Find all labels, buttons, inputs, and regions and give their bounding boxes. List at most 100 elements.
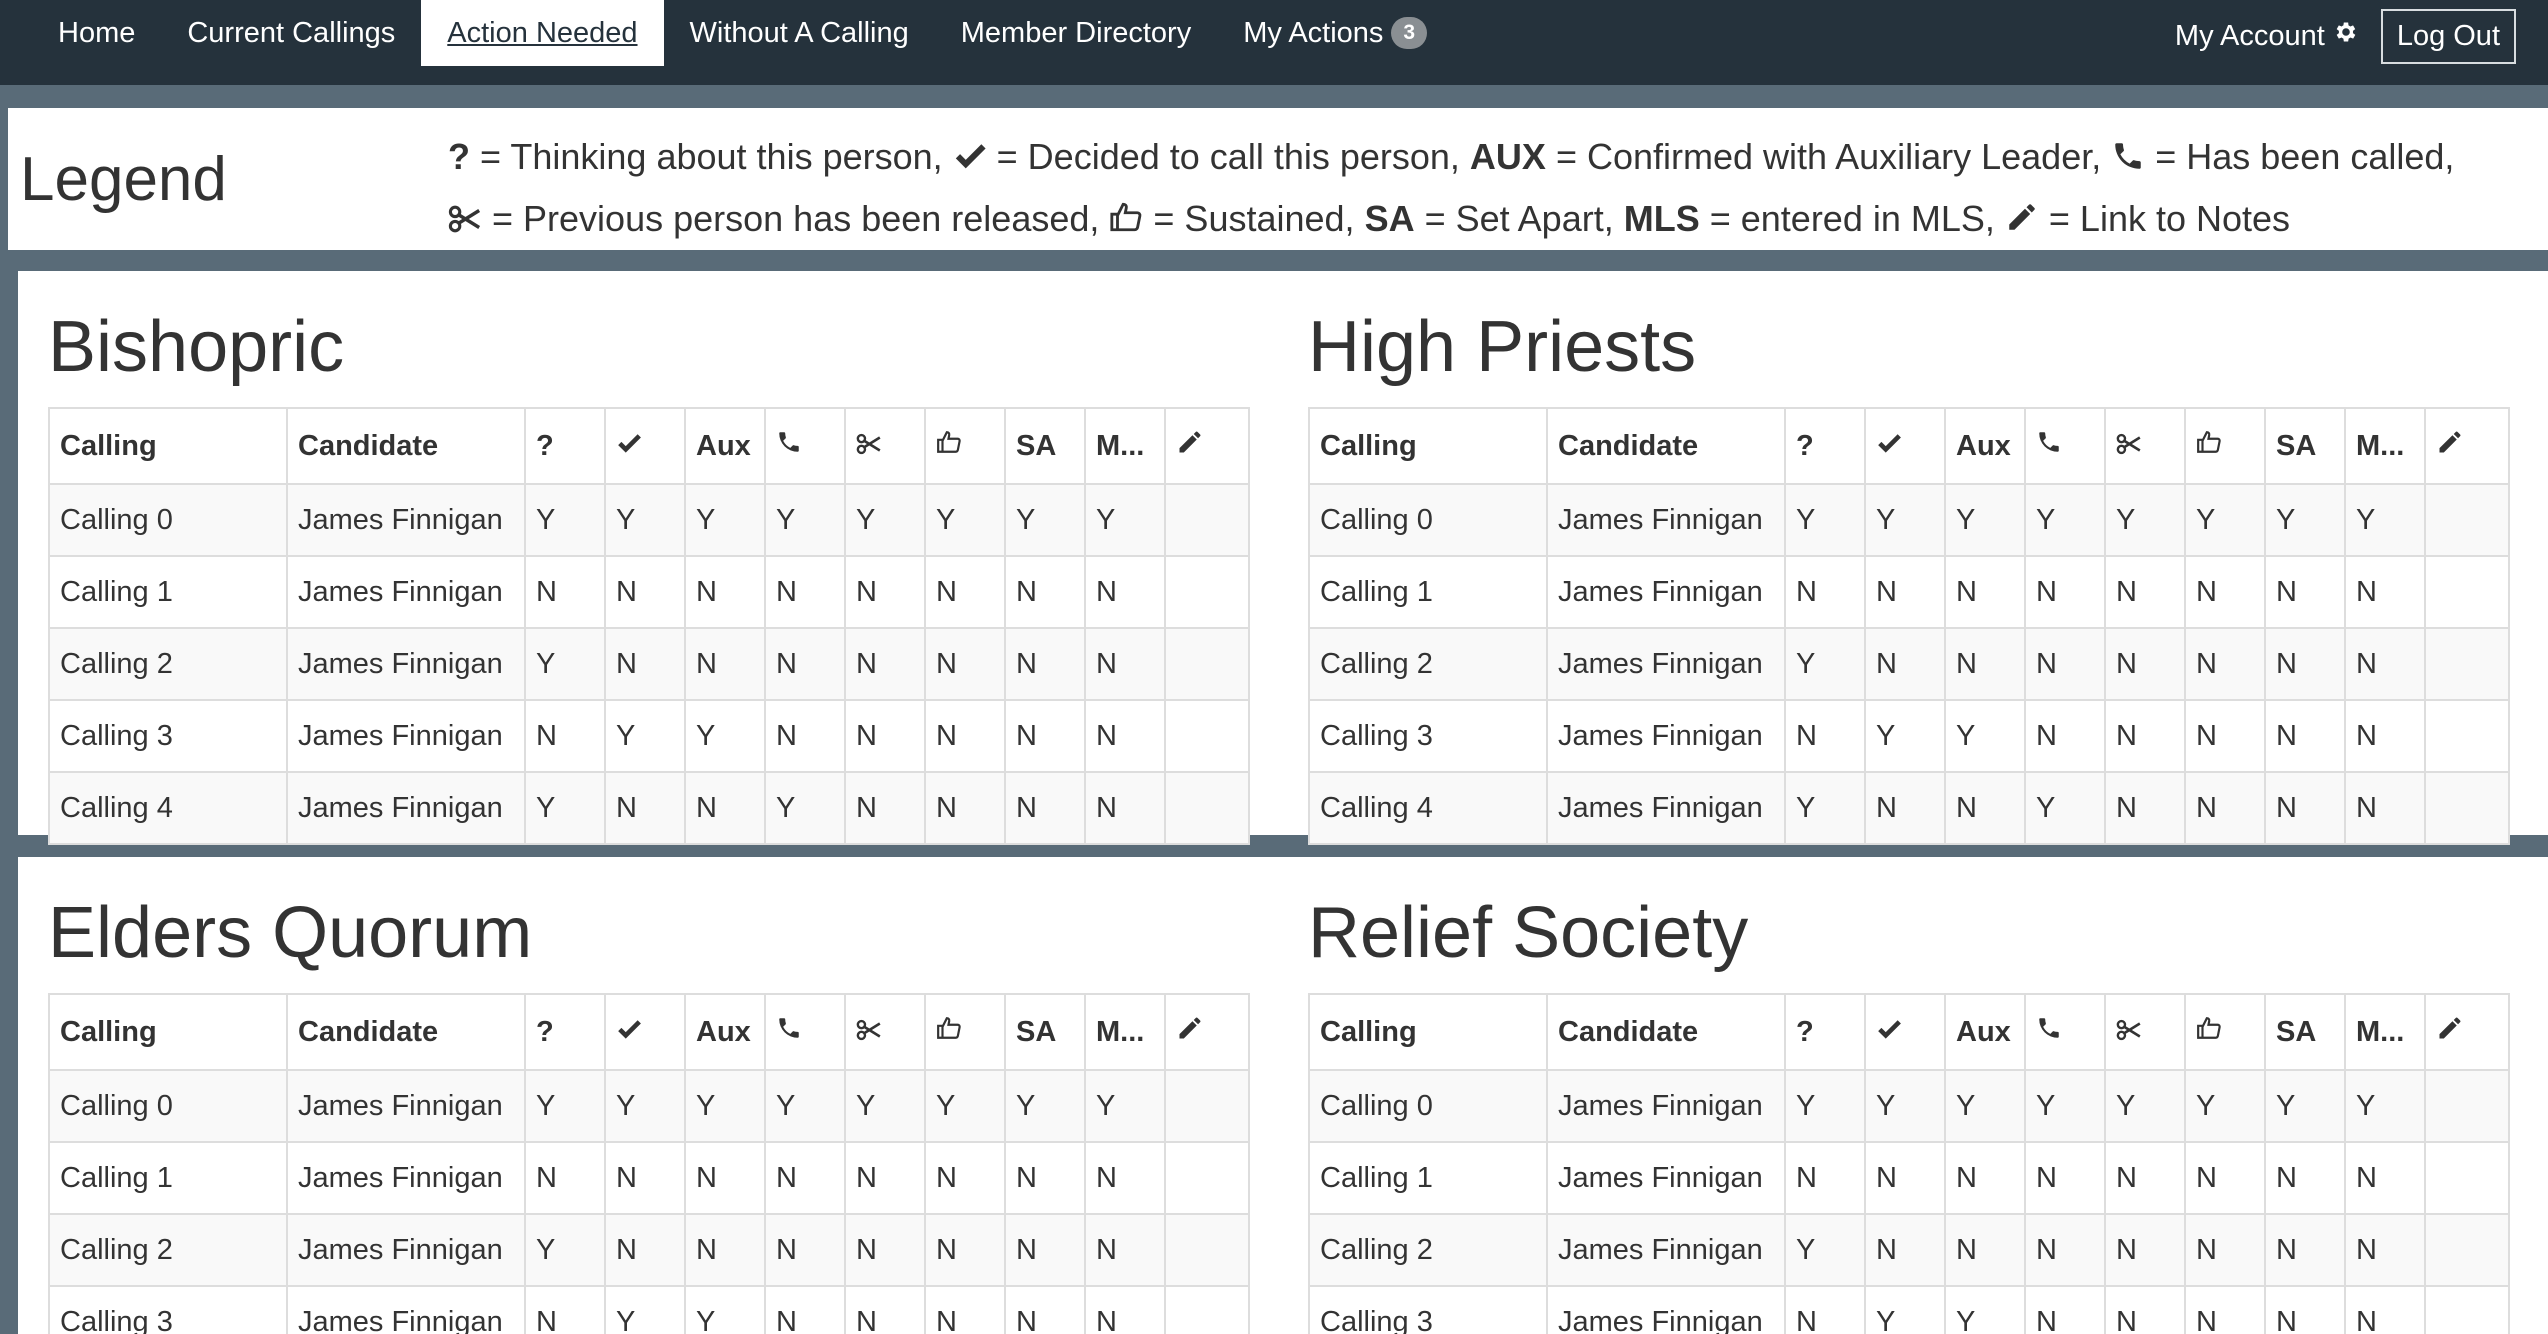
- status-cell[interactable]: N: [2104, 1141, 2186, 1215]
- status-cell[interactable]: Y: [604, 1285, 686, 1334]
- status-cell[interactable]: N: [1084, 627, 1166, 701]
- status-cell[interactable]: Y: [1784, 1213, 1866, 1287]
- col-released[interactable]: [2104, 993, 2186, 1071]
- status-cell[interactable]: Y: [924, 483, 1006, 557]
- col-thinking[interactable]: ?: [524, 993, 606, 1071]
- col-thinking[interactable]: ?: [1784, 407, 1866, 485]
- table-row[interactable]: Calling 3 James Finnigan N Y Y N N N N N: [48, 699, 1250, 773]
- col-called[interactable]: [764, 407, 846, 485]
- status-cell[interactable]: Y: [924, 1069, 1006, 1143]
- status-cell[interactable]: N: [2104, 627, 2186, 701]
- my-account-link[interactable]: My Account: [2175, 19, 2359, 53]
- status-cell[interactable]: Y: [684, 1285, 766, 1334]
- status-cell[interactable]: N: [1944, 627, 2026, 701]
- status-cell[interactable]: N: [604, 771, 686, 845]
- col-aux[interactable]: Aux: [1944, 407, 2026, 485]
- status-cell[interactable]: N: [924, 1141, 1006, 1215]
- status-cell[interactable]: Y: [1944, 483, 2026, 557]
- status-cell[interactable]: N: [2184, 627, 2266, 701]
- status-cell[interactable]: N: [1004, 1141, 1086, 1215]
- col-aux[interactable]: Aux: [684, 993, 766, 1071]
- status-cell[interactable]: Y: [2104, 1069, 2186, 1143]
- status-cell[interactable]: N: [1004, 1285, 1086, 1334]
- status-cell[interactable]: Y: [1864, 1285, 1946, 1334]
- notes-cell[interactable]: [1164, 1141, 1250, 1215]
- status-cell[interactable]: N: [2264, 1141, 2346, 1215]
- notes-cell[interactable]: [1164, 555, 1250, 629]
- status-cell[interactable]: N: [924, 1285, 1006, 1334]
- col-set-apart[interactable]: SA: [2264, 407, 2346, 485]
- table-row[interactable]: Calling 0 James Finnigan Y Y Y Y Y Y Y Y: [1308, 483, 2510, 557]
- table-row[interactable]: Calling 3 James Finnigan N Y Y N N N N N: [1308, 699, 2510, 773]
- col-decided[interactable]: [1864, 993, 1946, 1071]
- status-cell[interactable]: Y: [524, 483, 606, 557]
- status-cell[interactable]: N: [604, 1141, 686, 1215]
- col-thinking[interactable]: ?: [1784, 993, 1866, 1071]
- status-cell[interactable]: N: [2024, 555, 2106, 629]
- status-cell[interactable]: N: [604, 1213, 686, 1287]
- col-called[interactable]: [2024, 407, 2106, 485]
- table-row[interactable]: Calling 3 James Finnigan N Y Y N N N N N: [48, 1285, 1250, 1334]
- table-row[interactable]: Calling 0 James Finnigan Y Y Y Y Y Y Y Y: [1308, 1069, 2510, 1143]
- candidate-cell[interactable]: James Finnigan: [1546, 771, 1786, 845]
- status-cell[interactable]: N: [1944, 771, 2026, 845]
- status-cell[interactable]: Y: [1944, 1285, 2026, 1334]
- notes-cell[interactable]: [2424, 1069, 2510, 1143]
- status-cell[interactable]: N: [1084, 699, 1166, 773]
- status-cell[interactable]: N: [2264, 699, 2346, 773]
- status-cell[interactable]: Y: [764, 771, 846, 845]
- col-released[interactable]: [844, 993, 926, 1071]
- nav-home[interactable]: Home: [32, 0, 161, 66]
- status-cell[interactable]: N: [1084, 771, 1166, 845]
- status-cell[interactable]: N: [764, 1141, 846, 1215]
- status-cell[interactable]: N: [844, 555, 926, 629]
- status-cell[interactable]: N: [2344, 771, 2426, 845]
- col-candidate[interactable]: Candidate: [1546, 993, 1786, 1071]
- status-cell[interactable]: N: [1864, 771, 1946, 845]
- candidate-cell[interactable]: James Finnigan: [286, 1285, 526, 1334]
- notes-cell[interactable]: [1164, 1285, 1250, 1334]
- status-cell[interactable]: Y: [604, 699, 686, 773]
- status-cell[interactable]: N: [2024, 699, 2106, 773]
- col-sustained[interactable]: [924, 993, 1006, 1071]
- col-thinking[interactable]: ?: [524, 407, 606, 485]
- status-cell[interactable]: N: [924, 627, 1006, 701]
- status-cell[interactable]: Y: [2264, 483, 2346, 557]
- status-cell[interactable]: N: [2344, 699, 2426, 773]
- candidate-cell[interactable]: James Finnigan: [1546, 483, 1786, 557]
- nav-action-needed[interactable]: Action Needed: [421, 0, 664, 66]
- status-cell[interactable]: Y: [2184, 1069, 2266, 1143]
- status-cell[interactable]: N: [844, 627, 926, 701]
- col-mls[interactable]: M...: [2344, 407, 2426, 485]
- candidate-cell[interactable]: James Finnigan: [286, 699, 526, 773]
- table-row[interactable]: Calling 4 James Finnigan Y N N Y N N N N: [48, 771, 1250, 845]
- col-candidate[interactable]: Candidate: [286, 993, 526, 1071]
- col-mls[interactable]: M...: [1084, 993, 1166, 1071]
- candidate-cell[interactable]: James Finnigan: [1546, 1213, 1786, 1287]
- status-cell[interactable]: N: [764, 1285, 846, 1334]
- status-cell[interactable]: N: [2024, 627, 2106, 701]
- status-cell[interactable]: N: [844, 771, 926, 845]
- status-cell[interactable]: N: [764, 1213, 846, 1287]
- status-cell[interactable]: Y: [2024, 1069, 2106, 1143]
- status-cell[interactable]: Y: [1084, 1069, 1166, 1143]
- col-sustained[interactable]: [2184, 993, 2266, 1071]
- status-cell[interactable]: Y: [684, 699, 766, 773]
- col-mls[interactable]: M...: [2344, 993, 2426, 1071]
- status-cell[interactable]: N: [1004, 699, 1086, 773]
- col-notes[interactable]: [1164, 407, 1250, 485]
- notes-cell[interactable]: [1164, 1213, 1250, 1287]
- status-cell[interactable]: N: [764, 699, 846, 773]
- notes-cell[interactable]: [2424, 555, 2510, 629]
- notes-cell[interactable]: [2424, 699, 2510, 773]
- col-mls[interactable]: M...: [1084, 407, 1166, 485]
- status-cell[interactable]: Y: [844, 1069, 926, 1143]
- status-cell[interactable]: N: [1004, 1213, 1086, 1287]
- status-cell[interactable]: N: [2184, 1285, 2266, 1334]
- col-aux[interactable]: Aux: [1944, 993, 2026, 1071]
- status-cell[interactable]: N: [684, 771, 766, 845]
- status-cell[interactable]: Y: [604, 1069, 686, 1143]
- table-row[interactable]: Calling 1 James Finnigan N N N N N N N N: [1308, 555, 2510, 629]
- status-cell[interactable]: N: [524, 555, 606, 629]
- table-row[interactable]: Calling 2 James Finnigan Y N N N N N N N: [48, 627, 1250, 701]
